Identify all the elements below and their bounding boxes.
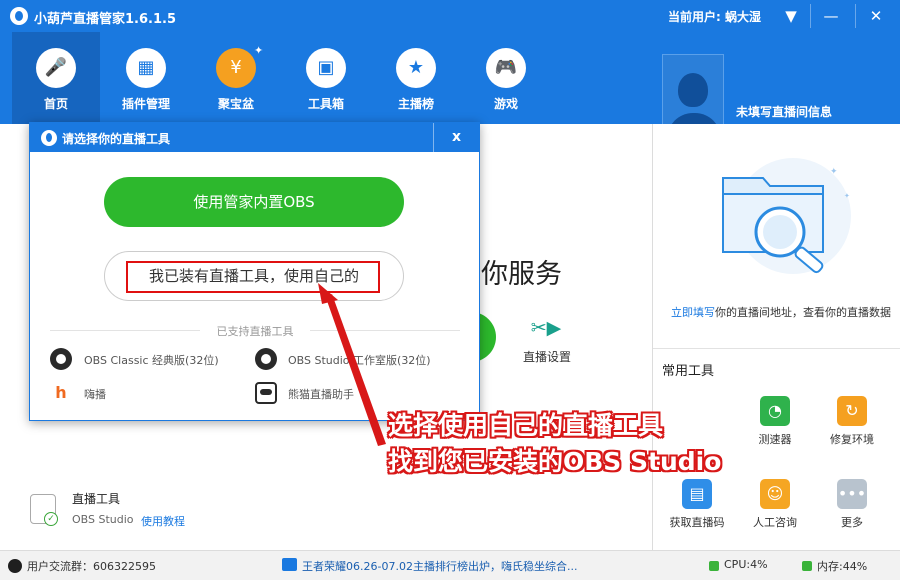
choose-tool-dialog: 请选择你的直播工具 x 使用管家内置OBS 我已装有直播工具，使用自己的 已支持…	[29, 122, 480, 421]
app-logo-icon	[41, 130, 57, 146]
medal-icon: ★	[396, 48, 436, 88]
nav-item-ranking[interactable]: ★ 主播榜	[372, 32, 460, 124]
dialog-close-button[interactable]: x	[434, 123, 479, 152]
software-obs-studio[interactable]: OBS Studio 工作室版(32位)	[288, 352, 431, 368]
room-info[interactable]: 未填写直播间信息	[736, 103, 832, 120]
close-button[interactable]: ✕	[860, 0, 892, 32]
nav-label: 工具箱	[307, 97, 344, 111]
svg-text:✦: ✦	[830, 167, 838, 177]
puzzle-icon: ▦	[126, 48, 166, 88]
dialog-title: 请选择你的直播工具	[62, 132, 171, 146]
fill-now-link[interactable]: 立即填写	[671, 306, 715, 319]
tools-title: 常用工具	[662, 364, 715, 379]
tool-label: 人工咨询	[753, 516, 797, 529]
nav-label: 主播榜	[397, 97, 434, 111]
news-icon	[282, 558, 297, 571]
obs-icon	[255, 348, 277, 370]
highlight-box	[126, 261, 380, 293]
haibo-icon: h	[50, 382, 72, 404]
current-user[interactable]: 当前用户: 蜗大湿	[668, 8, 761, 25]
app-title: 小葫芦直播管家1.6.1.5	[34, 12, 176, 27]
tool-label: 更多	[841, 516, 863, 529]
tool-more[interactable]: ••• 更多	[822, 479, 882, 539]
live-settings-icon[interactable]: ✂▶	[530, 317, 562, 341]
qq-icon	[8, 559, 22, 573]
tool-label: 测速器	[758, 433, 792, 446]
search-folder-illustration: ✦ ✦	[722, 158, 851, 274]
nav-item-home[interactable]: 🎤 首页	[12, 32, 100, 124]
cpu-usage: CPU:4%	[724, 558, 768, 571]
software-panda-helper[interactable]: 熊猫直播助手	[288, 386, 354, 402]
nav-label: 游戏	[493, 97, 518, 111]
menu-dropdown-icon[interactable]: ▼	[775, 0, 807, 32]
status-bar: 用户交流群：606322595 王者荣耀06.26-07.02主播排行榜出炉，嗨…	[0, 550, 900, 580]
nav-item-toolbox[interactable]: ▣ 工具箱	[282, 32, 370, 124]
tool-repair-env[interactable]: ↻ 修复环境	[822, 396, 882, 456]
wrench-icon: ↻	[837, 396, 867, 426]
obs-icon	[50, 348, 72, 370]
dialog-title-bar: 请选择你的直播工具 x	[30, 123, 479, 152]
gamepad-icon: 🎮	[486, 48, 526, 88]
memory-usage: 内存:44%	[817, 560, 868, 573]
svg-text:✦: ✦	[844, 192, 850, 200]
fill-room-text: 你的直播间地址，查看你的直播数据	[715, 306, 891, 319]
nav-item-games[interactable]: 🎮 游戏	[462, 32, 550, 124]
app-logo-icon	[10, 7, 28, 25]
divider-line	[310, 330, 460, 331]
avatar-head	[678, 73, 708, 107]
fill-room-prompt: 立即填写你的直播间地址，查看你的直播数据	[671, 305, 891, 321]
tool-label: 修复环境	[830, 433, 874, 446]
tool-speed-test[interactable]: ◔ 测速器	[745, 396, 805, 456]
section-divider	[653, 348, 900, 349]
memory-indicator-icon	[802, 561, 812, 571]
annotation-line-2: 找到您已安装的OBS Studio	[388, 447, 722, 476]
annotation-line-1: 选择使用自己的直播工具	[388, 411, 664, 440]
nav-item-treasure[interactable]: ¥ ✦ 聚宝盆	[192, 32, 280, 124]
service-heading: 你服务	[481, 259, 562, 290]
chat-icon: ☺	[760, 479, 790, 509]
qr-code-icon: ▤	[682, 479, 712, 509]
news-ticker[interactable]: 王者荣耀06.26-07.02主播排行榜出炉，嗨氏稳坐综合...	[302, 558, 602, 574]
tool-get-stream-code[interactable]: ▤ 获取直播码	[667, 479, 727, 539]
title-separator	[810, 4, 811, 28]
nav-label: 聚宝盆	[217, 97, 254, 111]
right-panel: ✦ ✦ 立即填写你的直播间地址，查看你的直播数据 常用工具 ◔ 测速器 ↻ 修复…	[653, 124, 900, 550]
speedometer-icon: ◔	[760, 396, 790, 426]
nav-item-plugins[interactable]: ▦ 插件管理	[102, 32, 190, 124]
money-bag-icon: ¥	[216, 48, 256, 88]
divider-line	[50, 330, 200, 331]
title-bar: 小葫芦直播管家1.6.1.5 当前用户: 蜗大湿 ▼ — ✕	[0, 0, 900, 32]
tool-support-chat[interactable]: ☺ 人工咨询	[745, 479, 805, 539]
title-separator	[855, 4, 856, 28]
supported-tools-label: 已支持直播工具	[216, 325, 294, 338]
software-obs-classic[interactable]: OBS Classic 经典版(32位)	[84, 352, 219, 368]
nav-label: 插件管理	[121, 97, 170, 111]
use-builtin-obs-button[interactable]: 使用管家内置OBS	[104, 177, 404, 227]
minimize-button[interactable]: —	[815, 0, 847, 32]
toolbox-icon: ▣	[306, 48, 346, 88]
panda-icon	[255, 382, 277, 404]
check-icon: ✓	[44, 512, 58, 526]
software-haibo[interactable]: 嗨播	[84, 386, 106, 402]
live-settings-label[interactable]: 直播设置	[523, 348, 571, 365]
tutorial-link[interactable]: 使用教程	[141, 513, 185, 529]
nav-label: 首页	[43, 97, 68, 111]
microphone-icon: 🎤	[36, 48, 76, 88]
live-tool-title: 直播工具	[72, 492, 121, 506]
annotation-text: 选择使用自己的直播工具 找到您已安装的OBS Studio	[388, 408, 721, 480]
user-group[interactable]: 用户交流群：606322595	[27, 558, 156, 574]
more-icon: •••	[837, 479, 867, 509]
sparkle-icon: ✦	[254, 44, 264, 57]
tool-label: 获取直播码	[669, 516, 725, 529]
cpu-indicator-icon	[709, 561, 719, 571]
live-tool-name: OBS Studio	[72, 513, 134, 526]
